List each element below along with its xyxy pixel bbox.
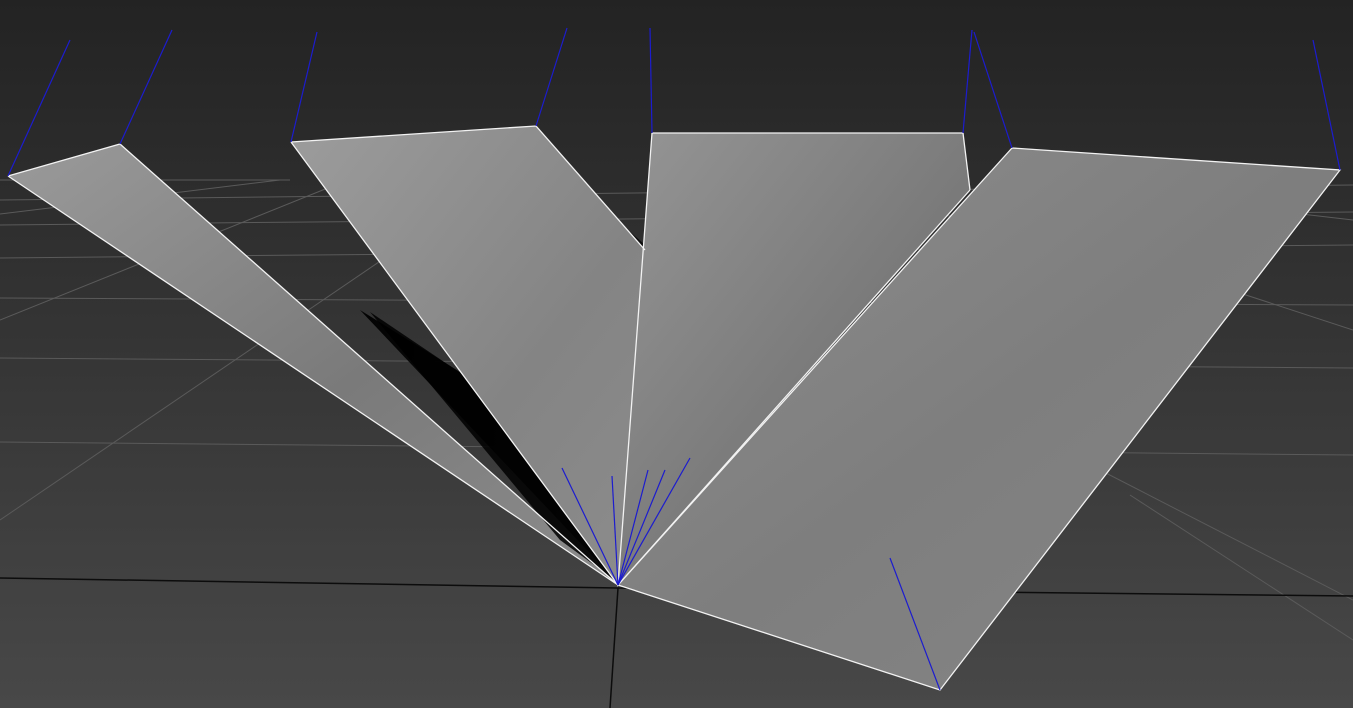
- viewport-canvas[interactable]: [0, 0, 1353, 708]
- 3d-viewport[interactable]: [0, 0, 1353, 708]
